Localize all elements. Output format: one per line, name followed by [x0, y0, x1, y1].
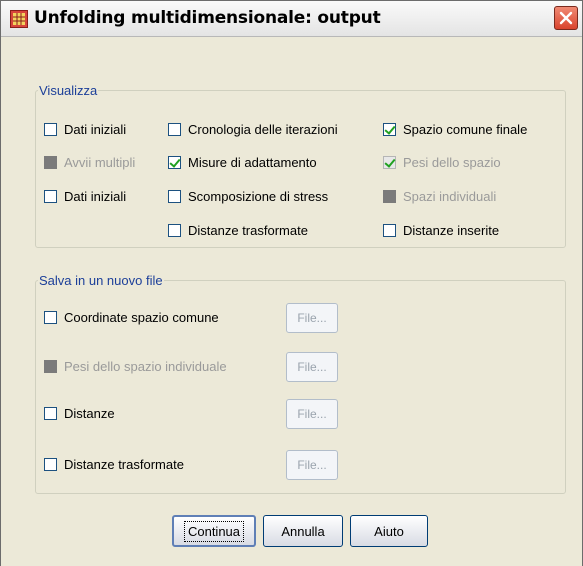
file-button-coordinate: File... [286, 303, 338, 333]
checkbox-distanze[interactable]: Distanze [44, 404, 115, 422]
checkbox-box[interactable] [44, 310, 57, 324]
checkbox-box[interactable] [383, 223, 396, 237]
checkbox-box[interactable] [168, 155, 181, 169]
file-button-pesi: File... [286, 352, 338, 382]
continue-button[interactable]: Continua [172, 515, 256, 547]
checkbox-avvii-multipli: Avvii multipli [44, 153, 135, 171]
checkbox-label: Coordinate spazio comune [64, 309, 219, 325]
checkbox-misure-adattamento[interactable]: Misure di adattamento [168, 153, 317, 171]
checkbox-box [44, 359, 57, 373]
checkbox-distanze-inserite[interactable]: Distanze inserite [383, 221, 499, 239]
table-app-icon [10, 10, 28, 28]
checkbox-spazi-individuali: Spazi individuali [383, 187, 496, 205]
checkbox-box[interactable] [44, 122, 57, 136]
checkbox-box [383, 155, 396, 169]
dialog-window: Unfolding multidimensionale: output Visu… [0, 0, 583, 566]
checkbox-label: Distanze [64, 405, 115, 421]
checkbox-label: Spazio comune finale [403, 121, 528, 137]
checkbox-coordinate-spazio-comune[interactable]: Coordinate spazio comune [44, 308, 219, 326]
help-label: Aiuto [374, 523, 404, 539]
checkbox-label: Cronologia delle iterazioni [188, 121, 338, 137]
checkbox-spazio-comune-finale[interactable]: Spazio comune finale [383, 120, 527, 138]
help-button[interactable]: Aiuto [350, 515, 428, 547]
dialog-body: Visualizza Dati iniziali Avvii multipli … [1, 37, 582, 566]
salva-legend: Salva in un nuovo file [38, 273, 164, 288]
checkbox-dati-iniziali-2[interactable]: Dati iniziali [44, 187, 126, 205]
checkbox-label: Misure di adattamento [188, 154, 317, 170]
checkbox-cronologia-iterazioni[interactable]: Cronologia delle iterazioni [168, 120, 338, 138]
checkbox-pesi-spazio: Pesi dello spazio [383, 153, 501, 171]
checkbox-label: Scomposizione di stress [188, 188, 329, 204]
window-title: Unfolding multidimensionale: output [34, 8, 381, 28]
cancel-button[interactable]: Annulla [263, 515, 343, 547]
title-bar[interactable]: Unfolding multidimensionale: output [1, 1, 582, 37]
checkbox-distanze-trasformate-salva[interactable]: Distanze trasformate [44, 455, 184, 473]
checkbox-box[interactable] [383, 122, 396, 136]
checkbox-box[interactable] [168, 189, 181, 203]
checkbox-label: Avvii multipli [64, 154, 136, 170]
checkbox-distanze-trasformate[interactable]: Distanze trasformate [168, 221, 308, 239]
checkbox-pesi-spazio-individuale: Pesi dello spazio individuale [44, 357, 227, 375]
cancel-label: Annulla [281, 523, 325, 539]
visualizza-legend: Visualizza [38, 83, 99, 98]
continue-label: Continua [183, 520, 245, 542]
checkbox-dati-iniziali-1[interactable]: Dati iniziali [44, 120, 126, 138]
checkbox-box [44, 155, 57, 169]
checkbox-label: Distanze trasformate [64, 456, 184, 472]
close-icon [559, 11, 573, 25]
checkbox-box[interactable] [44, 457, 57, 471]
checkbox-label: Distanze trasformate [188, 222, 308, 238]
checkbox-box [383, 189, 396, 203]
checkbox-label: Pesi dello spazio individuale [64, 358, 227, 374]
checkbox-scomposizione-stress[interactable]: Scomposizione di stress [168, 187, 328, 205]
checkbox-label: Dati iniziali [64, 188, 127, 204]
checkbox-box[interactable] [168, 223, 181, 237]
checkbox-label: Spazi individuali [403, 188, 497, 204]
close-button[interactable] [554, 6, 578, 30]
checkbox-box[interactable] [168, 122, 181, 136]
checkbox-label: Dati iniziali [64, 121, 127, 137]
checkbox-box[interactable] [44, 189, 57, 203]
file-button-distanze: File... [286, 399, 338, 429]
checkbox-label: Distanze inserite [403, 222, 500, 238]
file-button-distanze-trasformate: File... [286, 450, 338, 480]
checkbox-label: Pesi dello spazio [403, 154, 501, 170]
checkbox-box[interactable] [44, 406, 57, 420]
